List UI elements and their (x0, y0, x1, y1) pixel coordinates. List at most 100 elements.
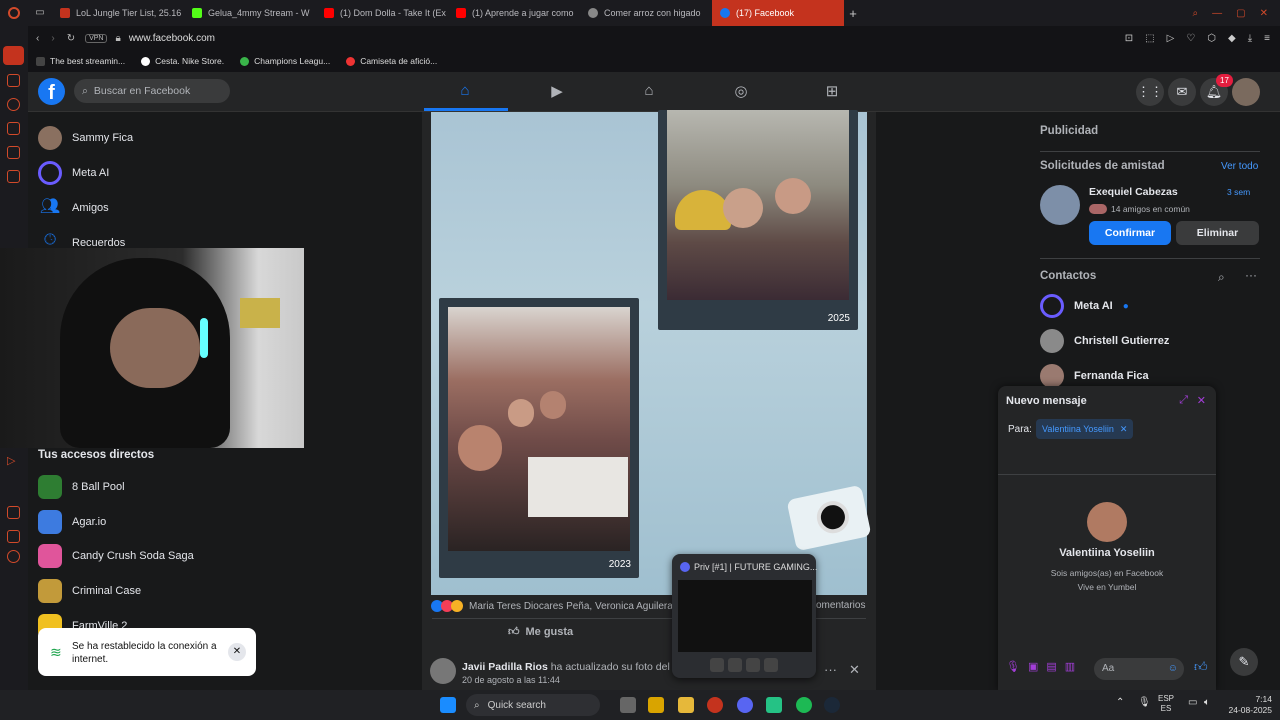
sidebar-app-icon[interactable] (7, 74, 20, 87)
close-chat-icon[interactable]: ✕ (1197, 394, 1206, 407)
discord-preview-window[interactable]: Priv [#1] | FUTURE GAMING... (672, 554, 817, 678)
sidebar-app-icon[interactable] (7, 146, 20, 159)
remove-recipient-icon[interactable]: ✕ (1120, 424, 1128, 435)
bookmark-item[interactable]: The best streamin... (36, 56, 125, 66)
gif-icon[interactable]: ▥ (1065, 660, 1075, 673)
home-icon[interactable] (3, 46, 24, 65)
maximize-icon[interactable]: ▢ (1236, 8, 1245, 19)
post-photo-collage[interactable]: 2025 2023 (431, 110, 872, 595)
mic-icon[interactable]: 🎙︎ (1006, 660, 1020, 673)
heart-icon[interactable]: ♡ (1186, 33, 1195, 44)
opera-menu-icon[interactable] (0, 0, 28, 26)
profile-avatar[interactable] (1232, 78, 1260, 106)
task-view-icon[interactable] (620, 697, 636, 713)
settings-icon[interactable] (7, 550, 20, 563)
file-explorer-icon[interactable] (678, 697, 694, 713)
comments-count[interactable]: omentarios (816, 600, 865, 611)
browser-tab[interactable]: Comer arroz con higado (580, 0, 712, 26)
new-message-icon[interactable]: ✎ (1230, 648, 1258, 676)
gx-icon[interactable]: ◆ (1228, 33, 1236, 44)
discord-icon[interactable] (737, 697, 753, 713)
url-text[interactable]: www.facebook.com (129, 33, 215, 44)
volume-icon[interactable]: 🔈︎ (1204, 697, 1210, 708)
leftnav-item-profile[interactable]: Sammy Fica (38, 126, 133, 150)
close-icon[interactable]: ✕ (1260, 8, 1268, 19)
avatar[interactable] (430, 658, 456, 684)
bookmark-item[interactable]: Champions Leagu... (240, 56, 330, 66)
headphones-icon[interactable] (746, 658, 760, 672)
vpn-badge[interactable]: VPN (85, 33, 108, 43)
marketplace-nav-icon[interactable]: ⌂ (640, 82, 658, 100)
contact-item[interactable]: Christell Gutierrez (1040, 329, 1169, 353)
bookmark-item[interactable]: Cesta. Nike Store. (141, 56, 224, 66)
browser-tab[interactable]: (1) Dom Dolla - Take It (Ex (316, 0, 448, 26)
toast-close-button[interactable]: ✕ (228, 643, 246, 661)
emoji-icon[interactable]: ☺ (1168, 658, 1178, 680)
extensions-icon[interactable]: ⬡ (1207, 33, 1216, 44)
send-icon[interactable]: ▷ (1167, 33, 1175, 44)
browser-tab[interactable]: LoL Jungle Tier List, 25.16 (52, 0, 184, 26)
network-icon[interactable]: ▭ (1188, 697, 1197, 708)
recipient-profile-name[interactable]: Valentiina Yoseliin (998, 547, 1216, 559)
opera-gx-icon[interactable] (707, 697, 723, 713)
store-icon[interactable] (648, 697, 664, 713)
confirm-button[interactable]: Confirmar (1089, 221, 1171, 245)
play-icon[interactable]: ▷ (7, 454, 20, 467)
post-author[interactable]: Javii Padilla Rios (462, 661, 548, 673)
expand-icon[interactable]: ⤢ (1179, 394, 1188, 407)
see-all-link[interactable]: Ver todo (1221, 161, 1258, 172)
thumbs-up-send-icon[interactable]: 👍︎ (1194, 659, 1208, 675)
chat-app-icon[interactable] (766, 697, 782, 713)
snapshot-icon[interactable]: ⬚ (1145, 33, 1154, 44)
new-tab-button[interactable]: + (844, 6, 862, 21)
sidebar-app-icon[interactable] (7, 170, 20, 183)
mic-icon[interactable] (728, 658, 742, 672)
contact-item[interactable]: Fernanda Fica (1040, 364, 1149, 388)
taskbar-search[interactable]: ⌕ Quick search (466, 694, 600, 716)
video-nav-icon[interactable]: ▶ (548, 82, 566, 100)
contacts-search-icon[interactable]: ⌕ (1218, 270, 1225, 285)
gaming-nav-icon[interactable]: ⊞ (823, 82, 841, 100)
tray-mic-icon[interactable]: 🎙︎ (1138, 697, 1151, 708)
recipient-avatar[interactable] (1087, 502, 1127, 542)
like-button[interactable]: 👍︎ Me gusta (508, 625, 573, 639)
browser-tab-active[interactable]: (17) Facebook (712, 0, 844, 26)
bookmark-item[interactable]: Camiseta de afició... (346, 56, 437, 66)
tab-switcher-icon[interactable]: ▭ (28, 0, 52, 26)
shortcut-item[interactable]: Criminal Case (38, 579, 141, 603)
home-nav-icon[interactable]: ⌂ (456, 82, 474, 100)
leftnav-item-meta-ai[interactable]: Meta AI (38, 161, 109, 185)
requester-name[interactable]: Exequiel Cabezas (1089, 186, 1178, 198)
shortcut-item[interactable]: Candy Crush Soda Saga (38, 544, 194, 568)
sidebar-app-icon[interactable] (7, 98, 20, 111)
browser-tab[interactable]: (1) Aprende a jugar como (448, 0, 580, 26)
post-reactions[interactable]: Maria Teres Diocares Peña, Veronica Agui… (431, 600, 673, 612)
hide-post-icon[interactable]: ✕ (849, 662, 860, 678)
bookmark-icon[interactable]: ⊡ (1125, 33, 1133, 44)
minimize-icon[interactable]: — (1212, 8, 1222, 19)
delete-button[interactable]: Eliminar (1176, 221, 1259, 245)
windows-start-icon[interactable] (440, 697, 456, 713)
camera-icon[interactable] (710, 658, 724, 672)
input-language[interactable]: ESP ES (1158, 694, 1174, 714)
steam-icon[interactable] (824, 697, 840, 713)
requester-avatar[interactable] (1040, 185, 1080, 225)
shortcut-item[interactable]: Agar.io (38, 510, 106, 534)
menu-grid-icon[interactable]: ⋮⋮ (1136, 78, 1164, 106)
menu-icon[interactable]: ≡ (1264, 33, 1270, 44)
clock[interactable]: 7:14 24-08-2025 (1222, 694, 1272, 716)
shortcut-item[interactable]: 8 Ball Pool (38, 475, 125, 499)
message-input[interactable]: Aa ☺ (1094, 658, 1184, 680)
more-options-icon[interactable]: ··· (824, 662, 837, 677)
sidebar-app-icon[interactable] (7, 122, 20, 135)
download-icon[interactable]: ⤓ (1248, 33, 1252, 44)
leftnav-item-friends[interactable]: 👥︎ Amigos (38, 196, 109, 220)
forward-icon[interactable]: › (51, 33, 54, 44)
contacts-more-icon[interactable]: ··· (1245, 268, 1257, 282)
tray-chevron-icon[interactable]: ⌃ (1116, 697, 1124, 708)
back-icon[interactable]: ‹ (36, 33, 39, 44)
reload-icon[interactable]: ↻ (67, 33, 75, 44)
sidebar-app-icon[interactable] (7, 506, 20, 519)
hangup-icon[interactable] (764, 658, 778, 672)
image-icon[interactable]: ▣ (1028, 660, 1038, 673)
